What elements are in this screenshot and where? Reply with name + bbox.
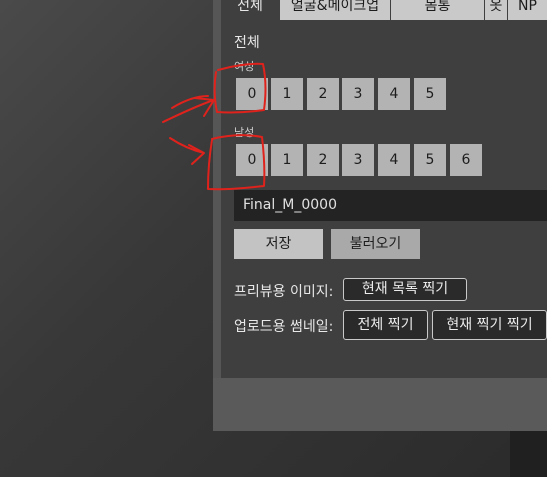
- upload-thumbnail-label: 업로드용 썸네일:: [234, 319, 334, 335]
- tab-clothes[interactable]: 옷: [485, 0, 507, 20]
- male-slot-5[interactable]: 5: [414, 144, 446, 176]
- tab-npc[interactable]: NP: [508, 0, 547, 20]
- window-footer: [213, 378, 547, 431]
- male-slot-1[interactable]: 1: [271, 144, 303, 176]
- female-slot-0[interactable]: 0: [236, 78, 268, 110]
- load-button[interactable]: 불러오기: [331, 229, 420, 259]
- capture-current-button[interactable]: 현재 찍기 찍기: [432, 310, 547, 340]
- male-slot-2[interactable]: 2: [307, 144, 339, 176]
- male-slot-3[interactable]: 3: [342, 144, 374, 176]
- section-title: 전체: [234, 35, 260, 51]
- male-label: 남성: [234, 126, 255, 139]
- female-slot-3[interactable]: 3: [342, 78, 374, 110]
- annotation-arrow-female: [162, 97, 215, 123]
- preset-name-input[interactable]: Final_M_0000: [234, 190, 547, 221]
- male-slot-0[interactable]: 0: [236, 144, 268, 176]
- male-slot-6[interactable]: 6: [450, 144, 482, 176]
- annotation-arrow-female-2: [171, 95, 209, 109]
- tab-all[interactable]: 전체: [221, 0, 279, 20]
- background-shadow: [510, 431, 547, 477]
- annotation-arrow-male: [169, 137, 205, 165]
- tab-face-makeup[interactable]: 얼굴&메이크업: [280, 0, 390, 20]
- capture-current-list-button[interactable]: 현재 목록 찍기: [343, 278, 467, 301]
- female-slot-4[interactable]: 4: [378, 78, 410, 110]
- female-slot-2[interactable]: 2: [307, 78, 339, 110]
- preview-image-label: 프리뷰용 이미지:: [234, 284, 334, 300]
- female-slot-5[interactable]: 5: [414, 78, 446, 110]
- save-button[interactable]: 저장: [234, 229, 323, 259]
- female-slot-1[interactable]: 1: [271, 78, 303, 110]
- capture-all-button[interactable]: 전체 찍기: [343, 310, 428, 340]
- tab-body[interactable]: 몸통: [391, 0, 484, 20]
- female-label: 여성: [234, 60, 255, 73]
- male-slot-4[interactable]: 4: [378, 144, 410, 176]
